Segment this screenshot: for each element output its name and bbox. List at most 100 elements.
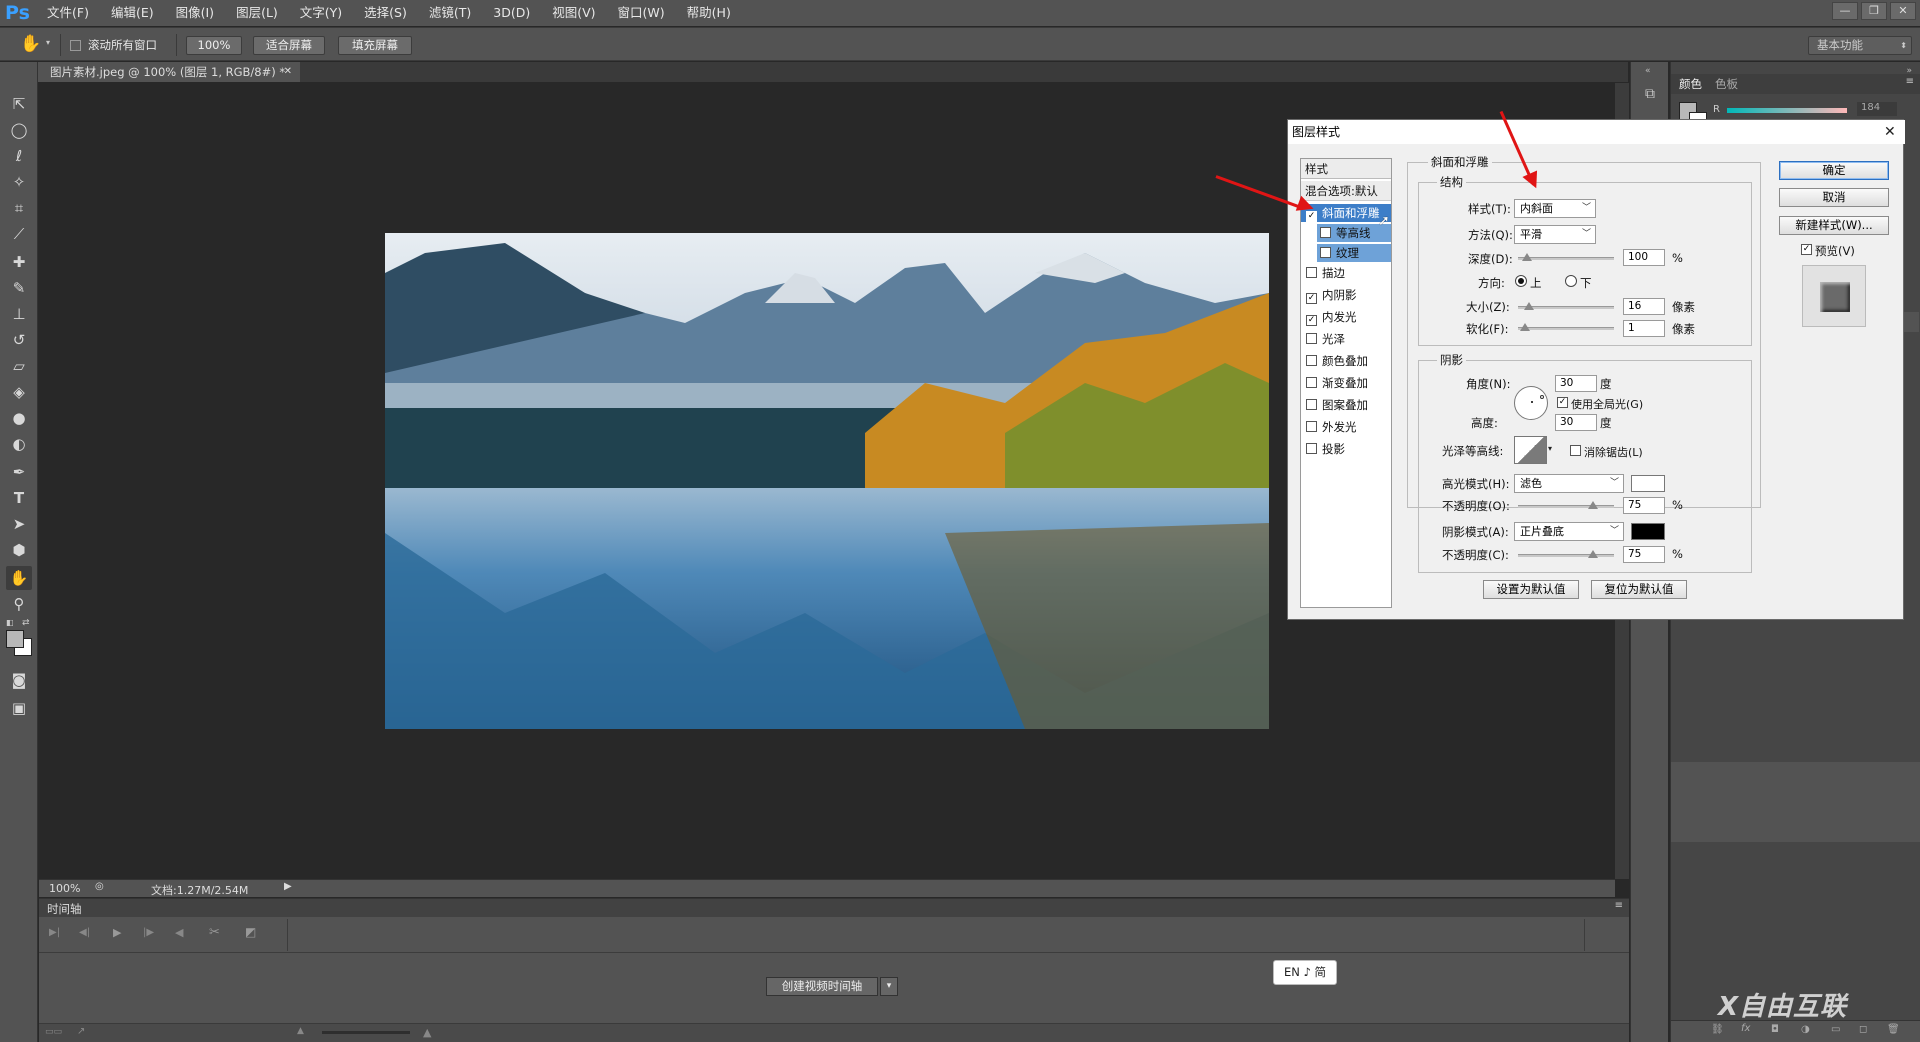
- new-group-icon[interactable]: ▭: [1831, 1024, 1840, 1035]
- styles-header[interactable]: 样式: [1301, 159, 1391, 179]
- inner-shadow-checkbox[interactable]: ✓: [1306, 293, 1317, 304]
- red-channel-value[interactable]: 184: [1857, 102, 1897, 116]
- gradient-overlay-checkbox[interactable]: [1306, 377, 1317, 388]
- link-layers-icon[interactable]: ⛓: [1711, 1024, 1724, 1035]
- menu-image[interactable]: 图像(I): [165, 0, 225, 26]
- lasso-tool-icon[interactable]: ℓ: [6, 144, 32, 168]
- panel-menu-icon[interactable]: ≡: [1906, 76, 1914, 87]
- blur-tool-icon[interactable]: ●: [6, 406, 32, 430]
- pattern-overlay-checkbox[interactable]: [1306, 399, 1317, 410]
- style-item-pattern-overlay[interactable]: 图案叠加: [1306, 396, 1390, 414]
- size-slider[interactable]: [1518, 302, 1614, 310]
- eyedropper-tool-icon[interactable]: ⟋: [6, 222, 32, 246]
- style-item-satin[interactable]: 光泽: [1306, 330, 1390, 348]
- style-item-texture[interactable]: 纹理: [1317, 244, 1391, 262]
- style-item-outer-glow[interactable]: 外发光: [1306, 418, 1390, 436]
- default-colors-icon[interactable]: ◧: [6, 618, 16, 628]
- foreground-color-swatch[interactable]: [6, 630, 24, 648]
- menu-filter[interactable]: 滤镜(T): [418, 0, 482, 26]
- style-item-drop-shadow[interactable]: 投影: [1306, 440, 1390, 458]
- restore-button[interactable]: ❐: [1861, 2, 1887, 20]
- bevel-style-select[interactable]: 内斜面 ﹀: [1514, 199, 1596, 218]
- cancel-button[interactable]: 取消: [1779, 188, 1889, 207]
- global-light-checkbox[interactable]: ✓: [1557, 397, 1568, 408]
- timeline-dropdown-icon[interactable]: ▾: [880, 977, 898, 996]
- style-item-stroke[interactable]: 描边: [1306, 264, 1390, 282]
- hand-tool-icon[interactable]: ✋: [20, 34, 41, 54]
- antialias-checkbox[interactable]: [1570, 445, 1581, 456]
- marquee-tool-icon[interactable]: ◯: [6, 118, 32, 142]
- shadow-opacity-input[interactable]: 75: [1623, 546, 1665, 563]
- tab-swatches[interactable]: 色板: [1715, 76, 1738, 92]
- quick-mask-icon[interactable]: ◙: [6, 668, 32, 692]
- delete-layer-icon[interactable]: 🗑: [1887, 1024, 1900, 1035]
- red-channel-slider[interactable]: [1727, 108, 1847, 113]
- type-tool-icon[interactable]: T: [6, 486, 32, 510]
- shadow-mode-select[interactable]: 正片叠底 ﹀: [1514, 522, 1624, 541]
- swap-colors-icon[interactable]: ⇄: [22, 618, 32, 628]
- size-slider-thumb[interactable]: [1524, 302, 1534, 310]
- highlight-opacity-thumb[interactable]: [1588, 501, 1598, 509]
- ok-button[interactable]: 确定: [1779, 161, 1889, 180]
- close-tab-icon[interactable]: ✕: [284, 62, 292, 82]
- menu-file[interactable]: 文件(F): [36, 0, 100, 26]
- zoom-100-button[interactable]: 100%: [186, 36, 242, 55]
- adjustment-icon[interactable]: ◑: [1801, 1024, 1810, 1035]
- tab-color[interactable]: 颜色: [1679, 76, 1702, 92]
- create-video-timeline-button[interactable]: 创建视频时间轴: [766, 977, 878, 996]
- panel-menu-icon[interactable]: ≡: [1615, 900, 1623, 911]
- menu-help[interactable]: 帮助(H): [676, 0, 742, 26]
- document-tab[interactable]: 图片素材.jpeg @ 100% (图层 1, RGB/8#) * ✕: [38, 62, 300, 82]
- brush-tool-icon[interactable]: ✎: [6, 276, 32, 300]
- timeline-zoom-slider[interactable]: [322, 1031, 410, 1034]
- workspace-select[interactable]: 基本功能 ⬍: [1808, 36, 1912, 55]
- zoom-in-icon[interactable]: ▲: [423, 1026, 431, 1039]
- shadow-opacity-thumb[interactable]: [1588, 550, 1598, 558]
- clone-stamp-tool-icon[interactable]: ⊥: [6, 302, 32, 326]
- menu-window[interactable]: 窗口(W): [607, 0, 676, 26]
- depth-slider[interactable]: [1518, 253, 1614, 261]
- chevron-down-icon[interactable]: ▾: [1548, 444, 1552, 453]
- highlight-opacity-input[interactable]: 75: [1623, 497, 1665, 514]
- style-item-inner-glow[interactable]: ✓ 内发光: [1306, 308, 1390, 326]
- new-style-button[interactable]: 新建样式(W)...: [1779, 216, 1889, 235]
- magic-wand-tool-icon[interactable]: ✧: [6, 170, 32, 194]
- fx-icon[interactable]: fx: [1741, 1023, 1750, 1034]
- status-menu-arrow-icon[interactable]: ▶: [284, 881, 292, 892]
- menu-view[interactable]: 视图(V): [541, 0, 606, 26]
- preview-checkbox[interactable]: ✓: [1801, 244, 1812, 255]
- play-icon[interactable]: ▶: [113, 926, 121, 939]
- highlight-opacity-slider[interactable]: [1518, 501, 1614, 509]
- angle-dial[interactable]: [1514, 386, 1548, 420]
- reset-default-button[interactable]: 复位为默认值: [1591, 580, 1687, 599]
- dialog-close-icon[interactable]: ✕: [1884, 124, 1896, 140]
- texture-checkbox[interactable]: [1320, 247, 1331, 258]
- blend-options-item[interactable]: 混合选项:默认: [1301, 181, 1391, 201]
- stroke-checkbox[interactable]: [1306, 267, 1317, 278]
- hand-tool-icon[interactable]: ✋: [6, 566, 32, 590]
- history-brush-tool-icon[interactable]: ↺: [6, 328, 32, 352]
- eraser-tool-icon[interactable]: ▱: [6, 354, 32, 378]
- minimize-button[interactable]: —: [1832, 2, 1858, 20]
- style-item-inner-shadow[interactable]: ✓ 内阴影: [1306, 286, 1390, 304]
- add-mask-icon[interactable]: ◘: [1771, 1024, 1779, 1035]
- prev-frame-icon[interactable]: ◀|: [79, 927, 90, 938]
- drop-shadow-checkbox[interactable]: [1306, 443, 1317, 454]
- direction-down-radio[interactable]: [1565, 275, 1577, 287]
- technique-select[interactable]: 平滑 ﹀: [1514, 225, 1596, 244]
- size-input[interactable]: 16: [1623, 298, 1665, 315]
- path-selection-tool-icon[interactable]: ➤: [6, 512, 32, 536]
- depth-input[interactable]: 100: [1623, 249, 1665, 266]
- angle-input[interactable]: 30: [1555, 375, 1597, 392]
- shape-tool-icon[interactable]: ⬢: [6, 538, 32, 562]
- first-frame-icon[interactable]: ▶|: [49, 927, 60, 938]
- menu-select[interactable]: 选择(S): [353, 0, 418, 26]
- new-layer-icon[interactable]: ◻: [1859, 1024, 1867, 1035]
- fill-screen-button[interactable]: 填充屏幕: [338, 36, 412, 55]
- tool-preset-chevron-icon[interactable]: ▾: [46, 38, 50, 47]
- highlight-mode-select[interactable]: 滤色 ﹀: [1514, 474, 1624, 493]
- shadow-opacity-slider[interactable]: [1518, 550, 1614, 558]
- menu-3d[interactable]: 3D(D): [482, 0, 541, 26]
- style-item-color-overlay[interactable]: 颜色叠加: [1306, 352, 1390, 370]
- soften-slider[interactable]: [1518, 323, 1614, 331]
